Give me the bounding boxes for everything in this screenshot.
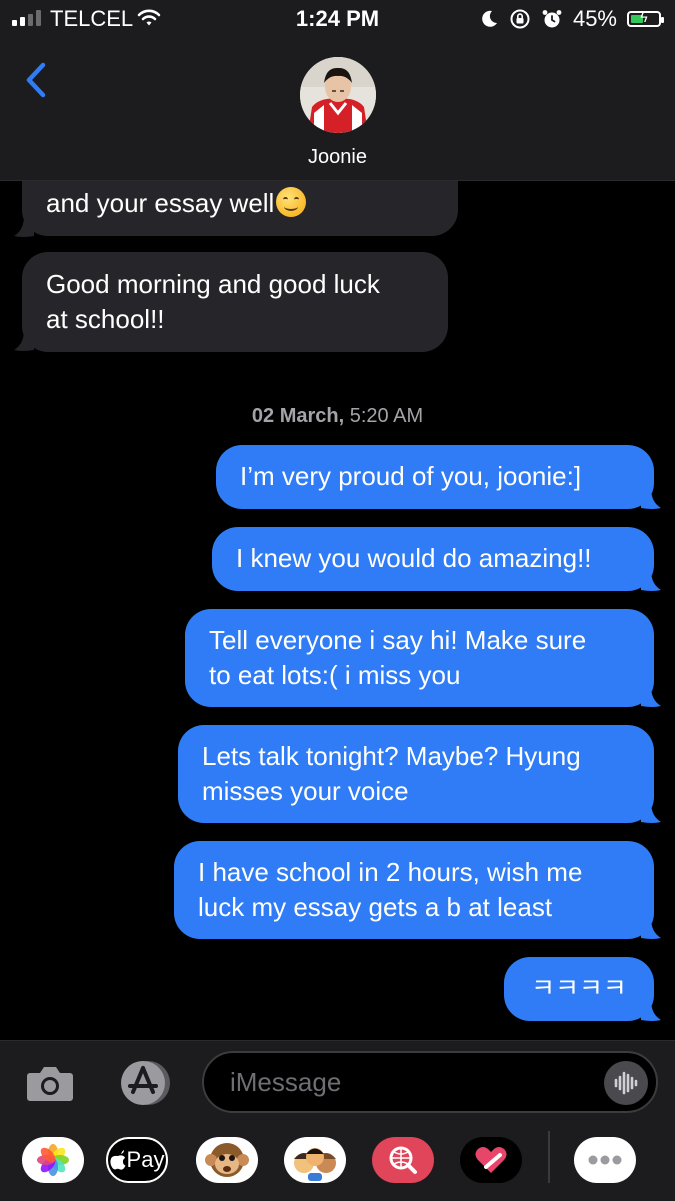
bubble-tail [14,330,34,351]
message-timestamp: 02 March, 5:20 AM [0,405,675,428]
message-list[interactable]: and your essay well Good morning and goo… [0,180,675,1040]
message-text-line: misses your voice [202,776,409,806]
web-search-icon[interactable] [372,1137,434,1183]
message-text-line: Lets talk tonight? Maybe? Hyung [202,741,581,771]
message-text-line: Tell everyone i say hi! Make sure [209,625,587,655]
message-text: and your essay well [46,188,275,218]
outgoing-message[interactable]: I’m very proud of you, joonie:] [216,445,654,509]
digital-touch-icon[interactable] [460,1137,522,1183]
battery-charging-icon: ϟ [627,9,664,27]
photos-icon[interactable] [22,1137,84,1183]
message-text-line: I have school in 2 hours, wish me [198,857,583,887]
timestamp-date: 02 March, [251,405,345,427]
outgoing-message[interactable]: I have school in 2 hours, wish me luck m… [174,841,654,939]
chevron-left-icon[interactable] [22,60,52,100]
incoming-message[interactable]: Good morning and good luck at school!! [22,252,448,352]
tray-divider [548,1131,550,1183]
conversation-header: TELCEL 1:24 PM 45% ϟ Joonie [0,0,675,181]
avatar-photo [300,57,376,133]
outgoing-message[interactable]: Lets talk tonight? Maybe? Hyung misses y… [178,725,654,823]
status-bar: TELCEL 1:24 PM 45% ϟ [0,0,675,40]
bubble-tail [641,1000,661,1021]
bubble-tail [641,570,661,591]
message-text-line: Good morning and good luck [46,269,380,299]
message-text: I knew you would do amazing!! [236,543,592,573]
battery-percent: 45% [572,6,617,31]
bubble-tail [14,216,34,237]
bubble-tail [641,918,661,939]
app-store-icon[interactable] [114,1059,172,1107]
incoming-message[interactable]: and your essay well [22,180,458,236]
message-text: ㅋㅋㅋㅋ [531,973,627,1003]
contact-avatar[interactable] [300,57,376,133]
memoji-stickers-icon[interactable] [284,1137,346,1183]
apple-pay-label: Pay [126,1147,165,1172]
waveform-icon[interactable] [604,1061,648,1105]
message-text: I’m very proud of you, joonie:] [240,461,582,491]
alarm-icon [542,10,562,28]
status-icons: 45% ϟ [479,5,664,33]
timestamp-time: 5:20 AM [349,405,424,427]
bubble-tail [641,802,661,823]
outgoing-message[interactable]: I knew you would do amazing!! [212,527,654,591]
message-text-line: luck my essay gets a b at least [198,892,553,922]
more-icon[interactable] [574,1137,636,1183]
apple-logo-icon [109,1150,126,1170]
composer-bar: iMessage Pay [0,1040,675,1201]
outgoing-message[interactable]: Tell everyone i say hi! Make sure to eat… [185,609,654,707]
bubble-tail [641,686,661,707]
orientation-lock-icon [510,9,530,29]
message-text-line: to eat lots:( i miss you [209,660,461,690]
bolt-icon: ϟ [640,9,648,25]
apple-pay-icon[interactable]: Pay [106,1137,168,1183]
outgoing-message[interactable]: ㅋㅋㅋㅋ [504,957,654,1021]
bubble-tail [641,488,661,509]
smiling-face-emoji [276,187,307,217]
message-text-line: at school!! [46,304,165,334]
imessage-input[interactable]: iMessage [202,1051,658,1113]
monkey-memoji-icon[interactable] [196,1137,258,1183]
camera-icon[interactable] [26,1063,74,1103]
contact-name[interactable]: Joonie [0,146,675,169]
imessage-placeholder: iMessage [230,1067,342,1097]
app-tray: Pay [0,1131,675,1191]
moon-icon [482,10,497,27]
